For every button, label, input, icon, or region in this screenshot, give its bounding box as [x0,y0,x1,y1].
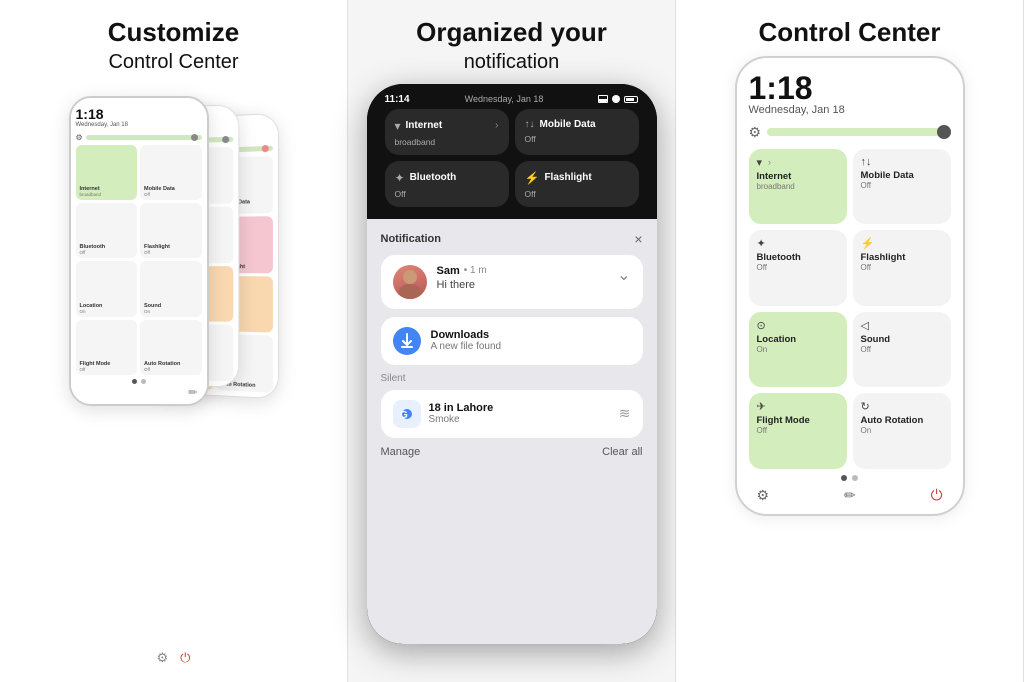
battery-icon-notif [624,96,638,103]
dot-1 [841,475,847,481]
signal-icon-cc: ↑↓ [861,156,872,168]
notif-tile-bluetooth[interactable]: ✦ Bluetooth Off [385,161,509,207]
dot-2 [852,475,858,481]
notif-control-tiles: ▾ Internet › broadband ↑↓ Mobile Data Of… [385,109,639,207]
phone-front: 1:18 Wednesday, Jan 18 ⚙ Internetbroadba… [69,96,209,406]
signal-icon-tile: ↑↓ [525,119,535,130]
wifi-icon-cc: ▾ [757,156,763,169]
notif-card-sam[interactable]: Sam • 1 m Hi there ⌄ [381,255,643,309]
svg-text:G: G [400,410,408,421]
bluetooth-icon-cc: ✦ [757,237,766,250]
weather-icon: G [393,400,421,428]
clear-all-button[interactable]: Clear all [602,446,642,458]
notif-silent-label: Silent [381,373,643,384]
panel2-subtitle: notification [366,50,657,74]
arrow-icon-cc-internet: › [768,157,771,167]
notif-card-downloads[interactable]: Downloads A new file found [381,317,643,365]
mini-grid-front: Internetbroadband Mobile DataOff Bluetoo… [76,145,202,375]
power-icon-p1[interactable]: ⏻ [180,650,190,666]
mini-screen-front: 1:18 Wednesday, Jan 18 ⚙ Internetbroadba… [71,98,207,404]
cc-tile-sound[interactable]: ◁ Sound Off [853,312,951,388]
cc-tiles-grid: ▾ › Internet broadband ↑↓ Mobile Data Of… [749,149,951,469]
location-icon-cc: ⊙ [757,319,766,332]
notif-tile-flashlight[interactable]: ⚡ Flashlight Off [515,161,639,207]
flight-icon-cc: ✈ [757,400,766,413]
wifi-icon-tile: ▾ [395,119,401,133]
waves-icon: ≋ [619,405,631,422]
settings-icon-cc[interactable]: ⚙ [757,487,770,504]
arrow-icon-internet: › [495,120,498,131]
panel1-title: Customize [108,18,239,48]
edit-icon-front[interactable]: ✏ [188,386,197,399]
cc-tile-flightmode[interactable]: ✈ Flight Mode Off [749,393,847,469]
cc-tile-bluetooth[interactable]: ✦ Bluetooth Off [749,230,847,306]
brightness-knob[interactable] [937,125,951,139]
expand-icon-sam[interactable]: ⌄ [617,265,630,285]
signal-icon-notif [598,95,608,103]
sound-icon-cc: ◁ [861,319,869,332]
panel-customize: Customize Control Center 1:18 Wednesday,… [0,0,348,682]
sam-avatar [393,265,427,299]
cc-tile-location[interactable]: ⊙ Location On [749,312,847,388]
flashlight-icon-tile: ⚡ [525,171,540,185]
settings-icon-p1[interactable]: ⚙ [157,650,169,666]
notification-phone: 11:14 Wednesday, Jan 18 ▾ Internet [367,84,657,644]
edit-icon-cc[interactable]: ✏ [844,487,856,504]
panel2-title: Organized your [366,18,657,48]
rotation-icon-cc: ↻ [861,400,870,413]
downloads-app-icon [393,327,421,355]
notif-tile-internet[interactable]: ▾ Internet › broadband [385,109,509,155]
wifi-icon-notif [612,95,620,103]
control-center-phone: 1:18 Wednesday, Jan 18 ⚙ ▾ › Internet br… [735,56,965,516]
panel-notification: Organized your notification 11:14 Wednes… [348,0,676,682]
gear-icon-cc[interactable]: ⚙ [749,124,762,141]
phones-stack: 1:18 Wednesday, Jan 18 ⚙ Mobile DataOn M… [59,86,289,516]
cc-tile-autorotation[interactable]: ↻ Auto Rotation On [853,393,951,469]
notif-card-weather[interactable]: G 18 in Lahore Smoke ≋ [381,390,643,438]
notif-light-section: Notification × Sam • 1 m [367,219,657,644]
panel1-bottom: ⚙ ⏻ [0,650,347,666]
flashlight-icon-cc: ⚡ [861,237,875,250]
notif-dark-section: 11:14 Wednesday, Jan 18 ▾ Internet [367,84,657,219]
panel-control-center: Control Center 1:18 Wednesday, Jan 18 ⚙ … [676,0,1024,682]
notif-close-icon[interactable]: × [634,231,642,247]
power-icon-cc[interactable]: ⏻ [931,487,943,504]
cc-tile-mobiledata[interactable]: ↑↓ Mobile Data Off [853,149,951,225]
cc-bottom-bar: ⚙ ✏ ⏻ [749,487,951,504]
manage-button[interactable]: Manage [381,446,421,458]
page-dots [749,475,951,481]
panel1-subtitle: Control Center [108,50,238,74]
bluetooth-icon-tile: ✦ [395,171,405,185]
notif-tile-mobiledata[interactable]: ↑↓ Mobile Data Off [515,109,639,155]
cc-tile-flashlight[interactable]: ⚡ Flashlight Off [853,230,951,306]
cc-tile-internet[interactable]: ▾ › Internet broadband [749,149,847,225]
brightness-track[interactable] [767,128,950,136]
panel3-title: Control Center [759,18,941,48]
gear-icon-front: ⚙ [76,133,83,142]
brightness-slider-row: ⚙ [749,124,951,141]
